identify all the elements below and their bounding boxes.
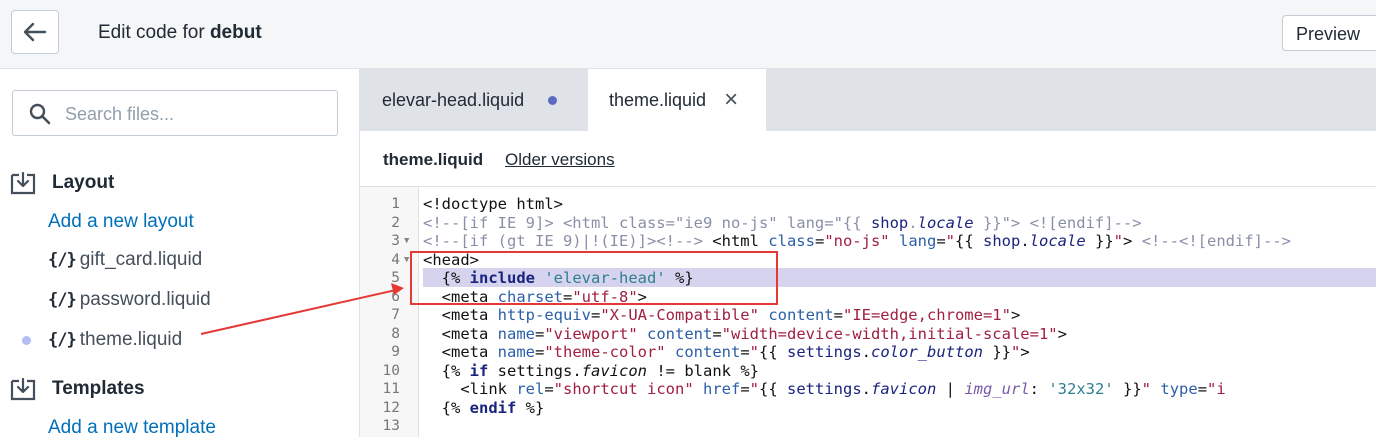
line-number: 1 bbox=[391, 196, 400, 212]
code-line: 13 bbox=[360, 417, 1376, 436]
file-name: theme.liquid bbox=[79, 329, 183, 350]
file-header: theme.liquid Older versions bbox=[360, 131, 1376, 187]
line-number: 8 bbox=[391, 325, 400, 342]
tab-label: elevar-head.liquid bbox=[382, 89, 525, 110]
line-number: 11 bbox=[382, 381, 400, 397]
annotation-box bbox=[410, 251, 778, 305]
top-bar: Edit code for debut Preview bbox=[0, 0, 1376, 69]
section-label-templates: Templates bbox=[52, 378, 145, 399]
folder-download-icon bbox=[10, 171, 36, 195]
theme-name: debut bbox=[209, 22, 262, 43]
code-line: 12 {% endif %} bbox=[360, 399, 1376, 418]
code-editor[interactable]: 1 <!doctype html> 2 <!--[if IE 9]> <html c… bbox=[360, 187, 1376, 437]
code-line: 1 <!doctype html> bbox=[360, 195, 1376, 214]
title-prefix: Edit code for bbox=[98, 22, 205, 43]
file-item-gift-card[interactable]: {/} gift_card.liquid bbox=[48, 247, 202, 273]
line-number: 7 bbox=[391, 307, 400, 323]
file-sidebar: Layout Add a new layout {/} gift_card.li… bbox=[0, 69, 360, 439]
line-number: 3 bbox=[391, 233, 400, 249]
liquid-file-icon: {/} bbox=[48, 290, 77, 310]
older-versions-link[interactable]: Older versions bbox=[505, 150, 615, 170]
code-line: 10 {% if settings.favicon != blank %} bbox=[360, 362, 1376, 381]
code-line: 8 <meta name="viewport" content="width=d… bbox=[360, 325, 1376, 344]
liquid-file-icon: {/} bbox=[48, 330, 77, 350]
fold-arrow-icon[interactable]: ▼ bbox=[404, 251, 409, 270]
search-icon bbox=[29, 103, 51, 125]
line-number: 13 bbox=[382, 418, 400, 434]
section-label-layout: Layout bbox=[52, 172, 115, 193]
code-line: 7 <meta http-equiv="X-UA-Compatible" con… bbox=[360, 306, 1376, 325]
editor-tab-bar: elevar-head.liquid theme.liquid × bbox=[360, 69, 1376, 131]
line-number: 9 bbox=[391, 344, 400, 360]
code-line: 3 ▼ <!--[if (gt IE 9)|!(IE)]><!--> <html c… bbox=[360, 232, 1376, 251]
code-line: 2 <!--[if IE 9]> <html class="ie9 no-js" … bbox=[360, 214, 1376, 233]
add-template-link[interactable]: Add a new template bbox=[48, 417, 216, 439]
file-name: gift_card.liquid bbox=[79, 249, 203, 270]
tab-label: theme.liquid bbox=[609, 89, 707, 110]
liquid-file-icon: {/} bbox=[48, 250, 77, 270]
section-templates[interactable]: Templates bbox=[10, 375, 145, 403]
section-layout[interactable]: Layout bbox=[10, 169, 114, 197]
line-number: 2 bbox=[391, 214, 400, 231]
line-number: 12 bbox=[382, 399, 400, 416]
file-name: password.liquid bbox=[79, 289, 211, 310]
search-box[interactable] bbox=[12, 90, 338, 136]
line-number: 6 bbox=[391, 288, 400, 305]
file-item-theme[interactable]: {/} theme.liquid bbox=[48, 327, 182, 353]
tab-elevar-head[interactable]: elevar-head.liquid bbox=[360, 69, 588, 131]
code-line: 11 <link rel="shortcut icon" href="{{ se… bbox=[360, 380, 1376, 399]
unsaved-dot-icon bbox=[548, 95, 558, 105]
preview-button[interactable]: Preview bbox=[1282, 15, 1376, 51]
tab-theme[interactable]: theme.liquid × bbox=[588, 69, 766, 131]
open-file-indicator bbox=[22, 336, 31, 345]
line-number: 5 bbox=[391, 270, 400, 286]
file-item-password[interactable]: {/} password.liquid bbox=[48, 287, 211, 313]
file-header-name: theme.liquid bbox=[383, 150, 484, 169]
back-button[interactable] bbox=[11, 10, 59, 54]
line-number: 10 bbox=[382, 362, 400, 379]
code-lines: 1 <!doctype html> 2 <!--[if IE 9]> <html c… bbox=[360, 195, 1376, 436]
arrow-left-icon bbox=[23, 22, 47, 42]
page-title: Edit code for debut bbox=[98, 22, 262, 44]
search-input[interactable] bbox=[63, 101, 327, 127]
folder-download-icon bbox=[10, 377, 36, 401]
line-number: 4 bbox=[391, 251, 400, 268]
add-layout-link[interactable]: Add a new layout bbox=[48, 211, 194, 233]
close-icon[interactable]: × bbox=[724, 88, 738, 112]
code-line: 9 <meta name="theme-color" content="{{ s… bbox=[360, 343, 1376, 362]
fold-arrow-icon[interactable]: ▼ bbox=[404, 232, 409, 251]
